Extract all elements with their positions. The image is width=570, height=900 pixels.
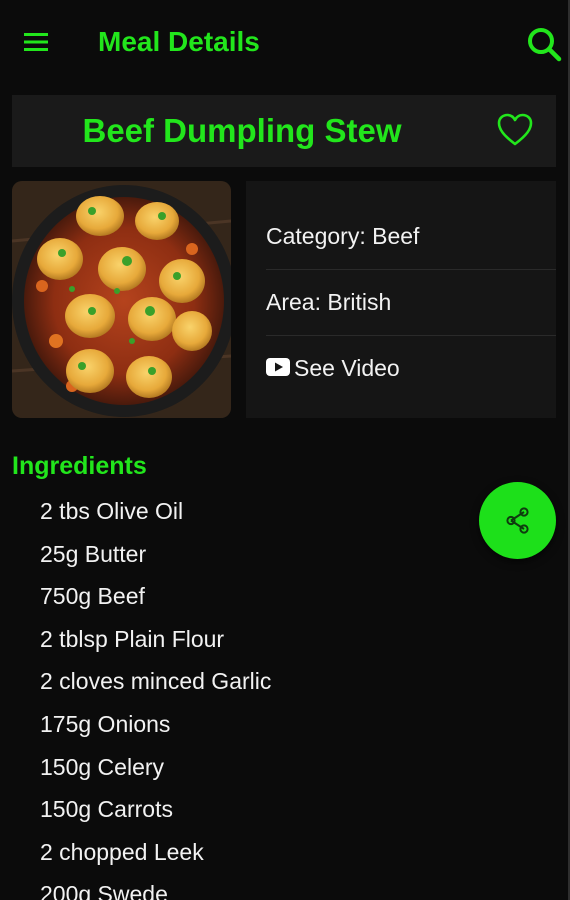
hamburger-menu-icon	[24, 33, 48, 51]
see-video-label: See Video	[294, 355, 400, 381]
list-item: 150g Carrots	[40, 796, 173, 823]
meal-info-card: Category: Beef Area: British See Video	[246, 181, 556, 418]
list-item: 750g Beef	[40, 583, 145, 610]
list-item: 2 chopped Leek	[40, 838, 204, 865]
menu-button[interactable]	[22, 28, 52, 56]
heart-outline-icon	[497, 113, 533, 146]
share-button[interactable]	[479, 482, 556, 559]
page-title: Meal Details	[98, 26, 260, 57]
list-item: 2 tbs Olive Oil	[40, 498, 184, 524]
ingredients-heading: Ingredients	[12, 452, 147, 480]
area-label: Area: British	[266, 269, 556, 336]
list-item: 150g Celery	[40, 753, 165, 780]
list-item: 175g Onions	[40, 710, 171, 737]
list-item: 200g Swede	[40, 881, 168, 900]
search-icon	[528, 28, 562, 62]
see-video-link[interactable]: See Video	[266, 335, 556, 401]
meal-name: Beef Dumpling Stew	[82, 112, 402, 149]
share-icon	[506, 507, 529, 534]
ingredients-list: 2 tbs Olive Oil 25g Butter 750g Beef 2 t…	[40, 490, 271, 900]
list-item: 2 tblsp Plain Flour	[40, 625, 225, 652]
meal-image	[12, 181, 231, 418]
category-label: Category: Beef	[266, 203, 556, 270]
list-item: 2 cloves minced Garlic	[40, 668, 272, 695]
list-item: 25g Butter	[40, 540, 147, 567]
search-button[interactable]	[524, 24, 564, 64]
youtube-icon	[266, 357, 290, 376]
favorite-button[interactable]	[496, 111, 534, 149]
app-bar: Meal Details	[0, 0, 570, 84]
meal-title-card: Beef Dumpling Stew	[12, 95, 556, 167]
